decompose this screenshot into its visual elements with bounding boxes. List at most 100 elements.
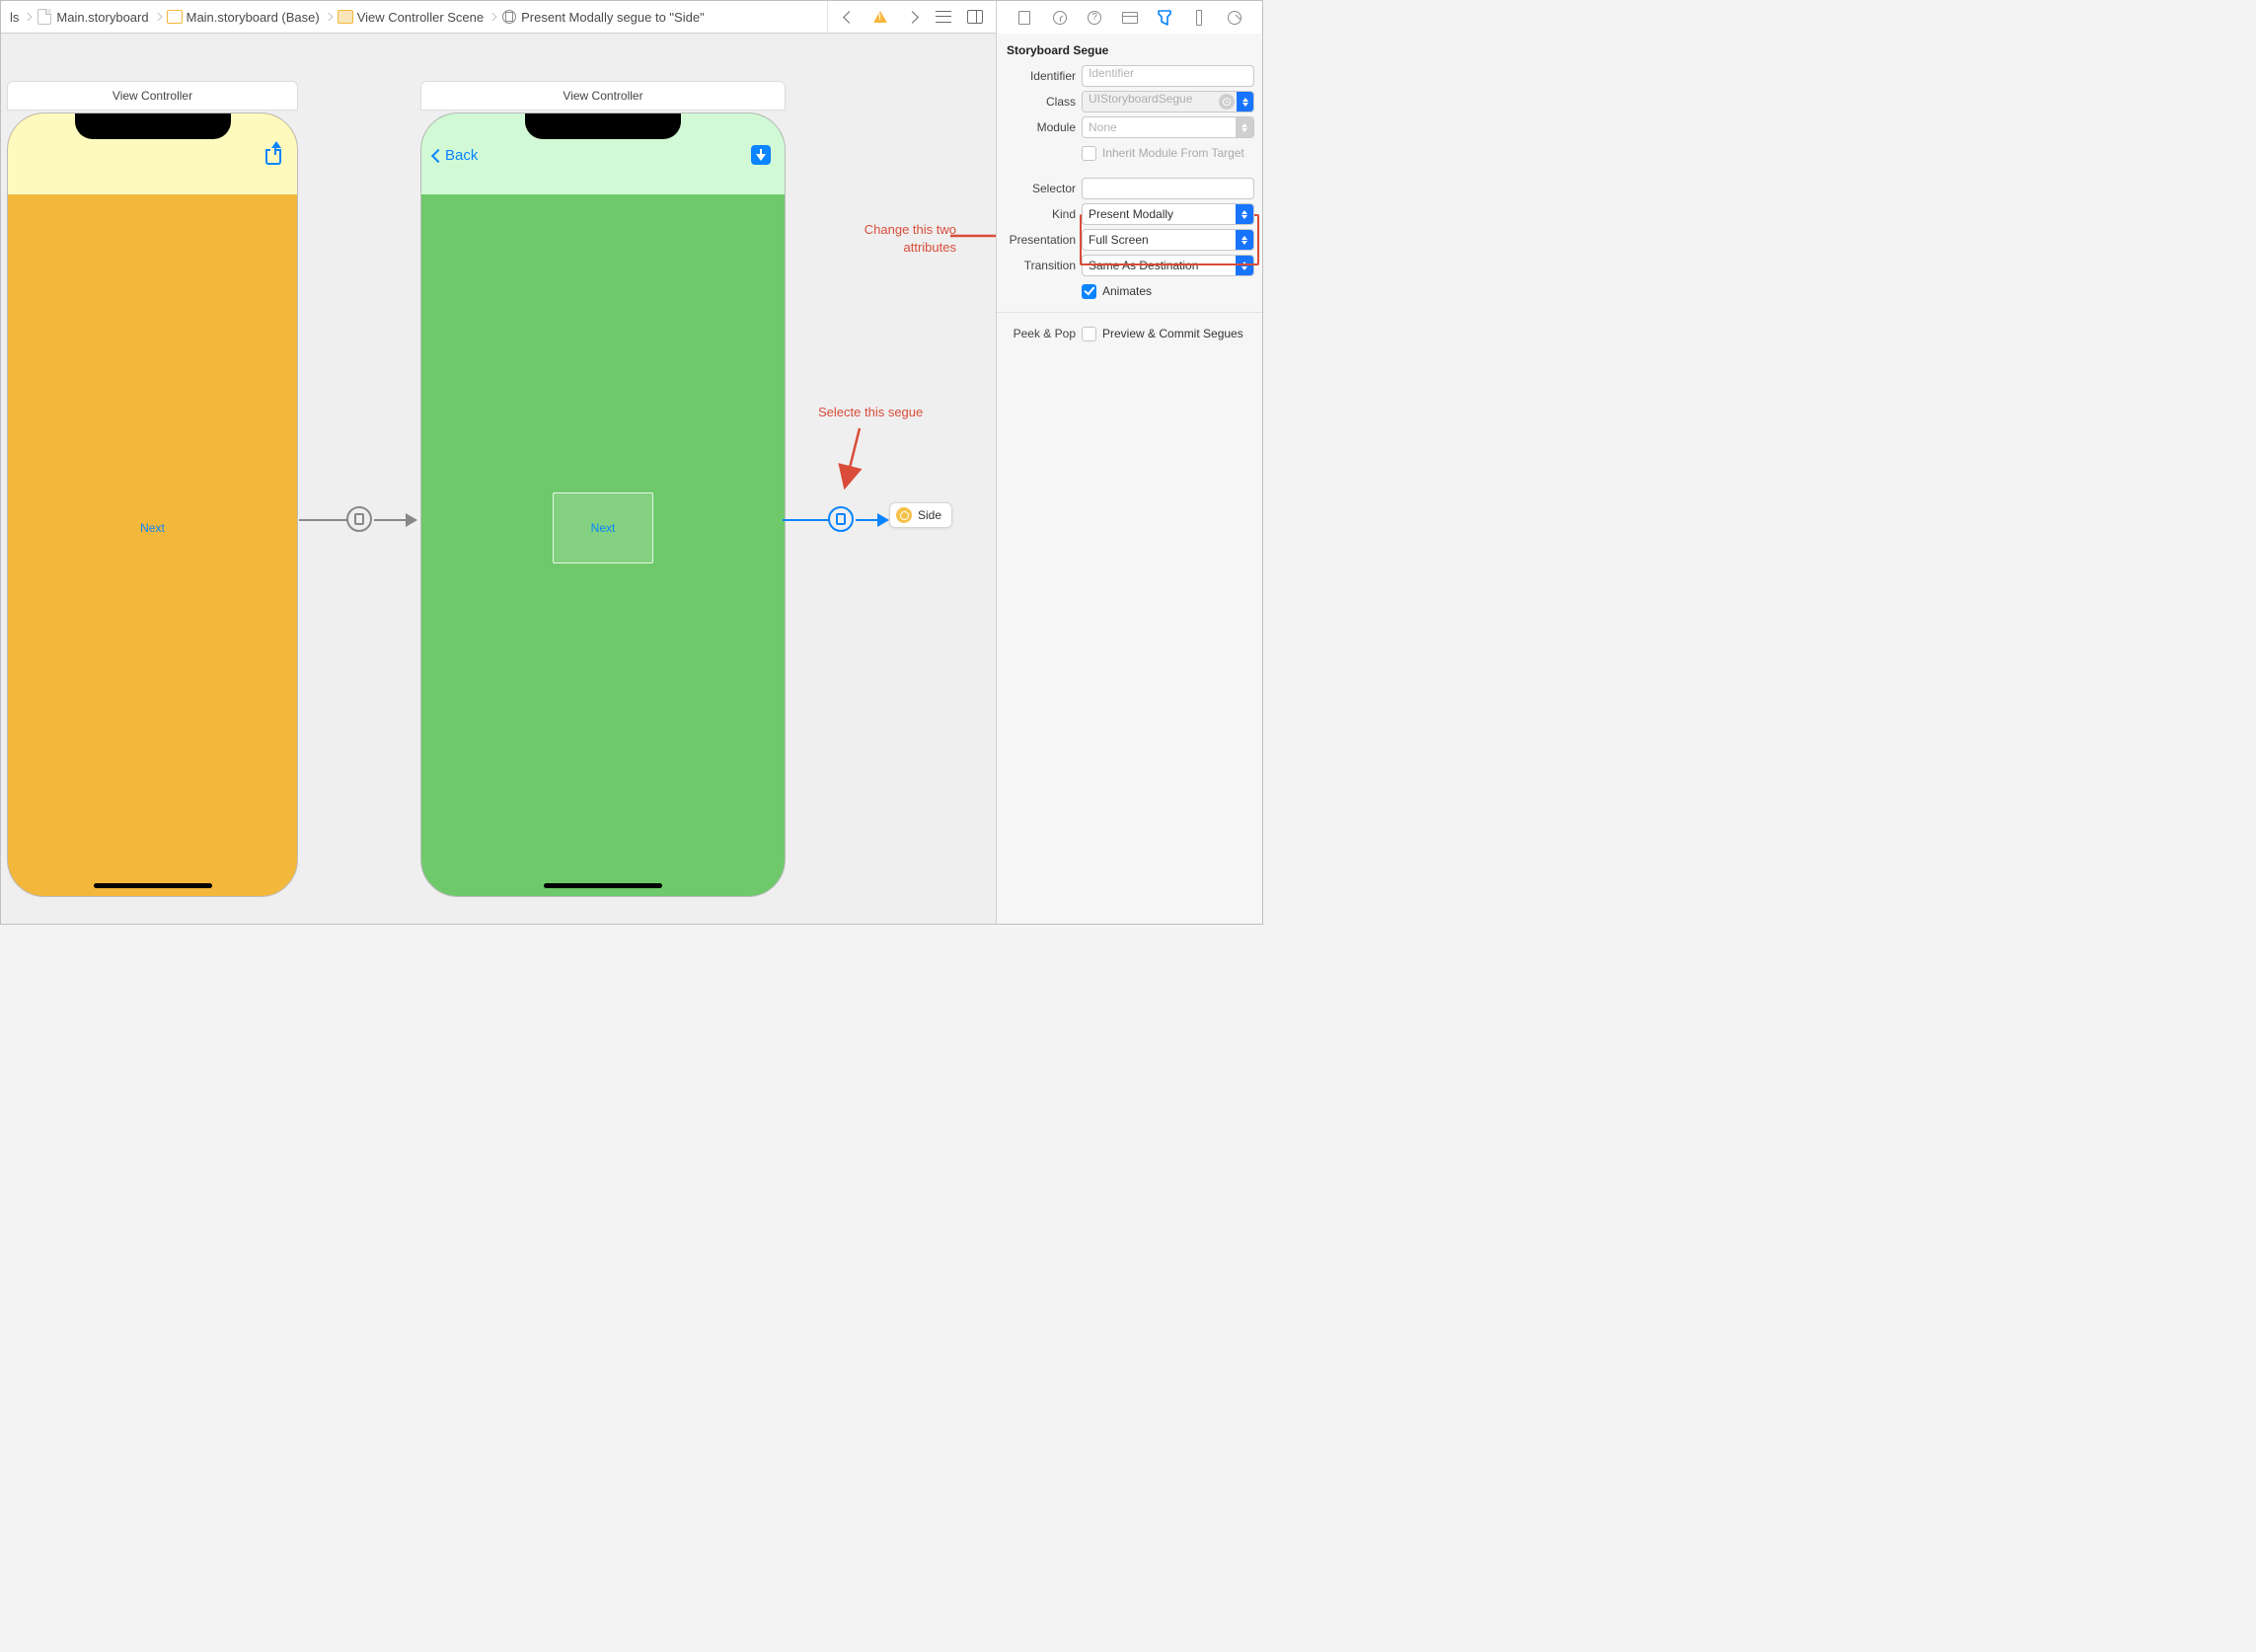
breadcrumb-item-main-storyboard-base[interactable]: Main.storyboard (Base) <box>164 1 323 33</box>
scene-icon <box>338 9 353 25</box>
peekpop-checkbox[interactable] <box>1082 327 1096 341</box>
field-inherit-module: Inherit Module From Target <box>997 140 1262 166</box>
device-notch <box>525 113 681 139</box>
storyboard-reference-label: Side <box>918 508 941 522</box>
inspector-section-title: Storyboard Segue <box>997 34 1262 63</box>
inherit-module-checkbox[interactable] <box>1082 146 1096 161</box>
field-presentation: Presentation Full Screen <box>997 227 1262 253</box>
view-controller-title[interactable]: View Controller <box>7 81 298 111</box>
back-label: Back <box>445 147 478 164</box>
checkbox-label: Animates <box>1102 284 1152 298</box>
annotation-change-attrs: Change this two attributes <box>838 221 956 256</box>
device-notch <box>75 113 231 139</box>
view-controller-title[interactable]: View Controller <box>420 81 786 111</box>
main: View Controller Next <box>1 34 1262 924</box>
home-indicator <box>544 883 662 888</box>
file-inspector-tab[interactable] <box>1012 6 1037 30</box>
related-items-button[interactable] <box>931 5 956 29</box>
device-frame: Next <box>7 113 298 897</box>
connections-icon <box>1228 11 1241 25</box>
storyboard-reference-icon <box>896 507 912 523</box>
breadcrumb-label: Main.storyboard <box>56 10 148 25</box>
view-controller-1[interactable]: View Controller Next <box>7 81 298 897</box>
annotation-arrow-icon <box>948 226 996 246</box>
breadcrumb: ls Main.storyboard Main.storyboard (Base… <box>1 1 827 33</box>
field-label: Transition <box>1005 259 1076 272</box>
field-peek-pop: Peek & Pop Preview & Commit Segues <box>997 321 1262 346</box>
segue-icon <box>501 9 517 25</box>
inspector-tabbar: ? <box>996 1 1262 34</box>
identity-inspector-tab[interactable] <box>1117 6 1143 30</box>
field-label: Selector <box>1005 182 1076 195</box>
field-transition: Transition Same As Destination <box>997 253 1262 278</box>
nav-back-button[interactable] <box>836 5 862 29</box>
help-inspector-tab[interactable]: ? <box>1082 6 1107 30</box>
download-button[interactable] <box>751 145 771 165</box>
checkbox-label: Inherit Module From Target <box>1102 146 1244 160</box>
next-label[interactable]: Next <box>140 521 165 535</box>
download-icon <box>751 145 771 165</box>
class-create-button[interactable]: ⊙ <box>1219 94 1235 110</box>
chevron-right-icon <box>153 13 161 21</box>
back-button[interactable]: Back <box>433 147 478 164</box>
selector-input[interactable] <box>1082 178 1254 199</box>
device-frame: Back Next <box>420 113 786 897</box>
presentation-dropdown[interactable]: Full Screen <box>1082 229 1254 251</box>
attributes-icon <box>1157 9 1172 27</box>
kind-dropdown[interactable]: Present Modally <box>1082 203 1254 225</box>
lines-icon <box>936 11 951 23</box>
identifier-input[interactable]: Identifier <box>1082 65 1254 87</box>
nav-forward-button[interactable] <box>899 5 925 29</box>
share-icon <box>263 143 283 165</box>
field-label: Class <box>1005 95 1076 109</box>
field-identifier: Identifier Identifier <box>997 63 1262 89</box>
adjust-editor-button[interactable] <box>962 5 988 29</box>
storyboard-file-icon <box>37 9 52 25</box>
split-icon <box>967 10 983 24</box>
breadcrumb-item-segue[interactable]: Present Modally segue to "Side" <box>498 1 708 33</box>
segue-vc2-to-side[interactable] <box>783 505 891 535</box>
breadcrumb-item-scene[interactable]: View Controller Scene <box>335 1 487 33</box>
next-button[interactable]: Next <box>553 492 653 563</box>
size-inspector-tab[interactable] <box>1186 6 1212 30</box>
field-label: Peek & Pop <box>1005 327 1076 340</box>
view-controller-2[interactable]: View Controller Back Next <box>420 81 786 897</box>
breadcrumb-item-main-storyboard[interactable]: Main.storyboard <box>34 1 151 33</box>
file-icon <box>1018 11 1030 25</box>
module-dropdown[interactable]: None <box>1082 116 1254 138</box>
history-inspector-tab[interactable] <box>1047 6 1073 30</box>
field-label: Identifier <box>1005 69 1076 83</box>
inspector-panel: Storyboard Segue Identifier Identifier C… <box>996 34 1262 924</box>
help-icon: ? <box>1088 11 1101 25</box>
class-dropdown-button[interactable] <box>1237 91 1254 113</box>
transition-dropdown[interactable]: Same As Destination <box>1082 255 1254 276</box>
connections-inspector-tab[interactable] <box>1222 6 1247 30</box>
warning-indicator[interactable] <box>867 5 893 29</box>
field-label: Module <box>1005 120 1076 134</box>
annotation-arrow-icon <box>830 423 889 502</box>
animates-checkbox[interactable] <box>1082 284 1096 299</box>
attributes-inspector-tab[interactable] <box>1152 6 1177 30</box>
storyboard-canvas[interactable]: View Controller Next <box>1 34 996 924</box>
warning-icon <box>873 11 887 23</box>
id-card-icon <box>1122 12 1138 24</box>
toolbar: ls Main.storyboard Main.storyboard (Base… <box>1 1 1262 34</box>
ruler-icon <box>1196 10 1202 26</box>
breadcrumb-label: Present Modally segue to "Side" <box>521 10 705 25</box>
annotation-select-segue: Selecte this segue <box>818 404 923 421</box>
checkbox-label: Preview & Commit Segues <box>1102 327 1243 340</box>
share-button[interactable] <box>263 143 283 165</box>
next-button-label: Next <box>591 521 616 535</box>
storyboard-reference-side[interactable]: Side <box>889 502 952 528</box>
segue-vc1-to-vc2[interactable] <box>299 505 419 535</box>
toolbar-right-group <box>827 1 996 33</box>
field-kind: Kind Present Modally <box>997 201 1262 227</box>
vc-title-label: View Controller <box>113 89 192 103</box>
class-input[interactable]: UIStoryboardSegue <box>1082 91 1241 113</box>
home-indicator <box>94 883 212 888</box>
field-label: Kind <box>1005 207 1076 221</box>
field-module: Module None <box>997 114 1262 140</box>
breadcrumb-truncated[interactable]: ls <box>7 1 22 33</box>
field-class: Class UIStoryboardSegue ⊙ <box>997 89 1262 114</box>
chevron-left-icon <box>431 148 445 162</box>
